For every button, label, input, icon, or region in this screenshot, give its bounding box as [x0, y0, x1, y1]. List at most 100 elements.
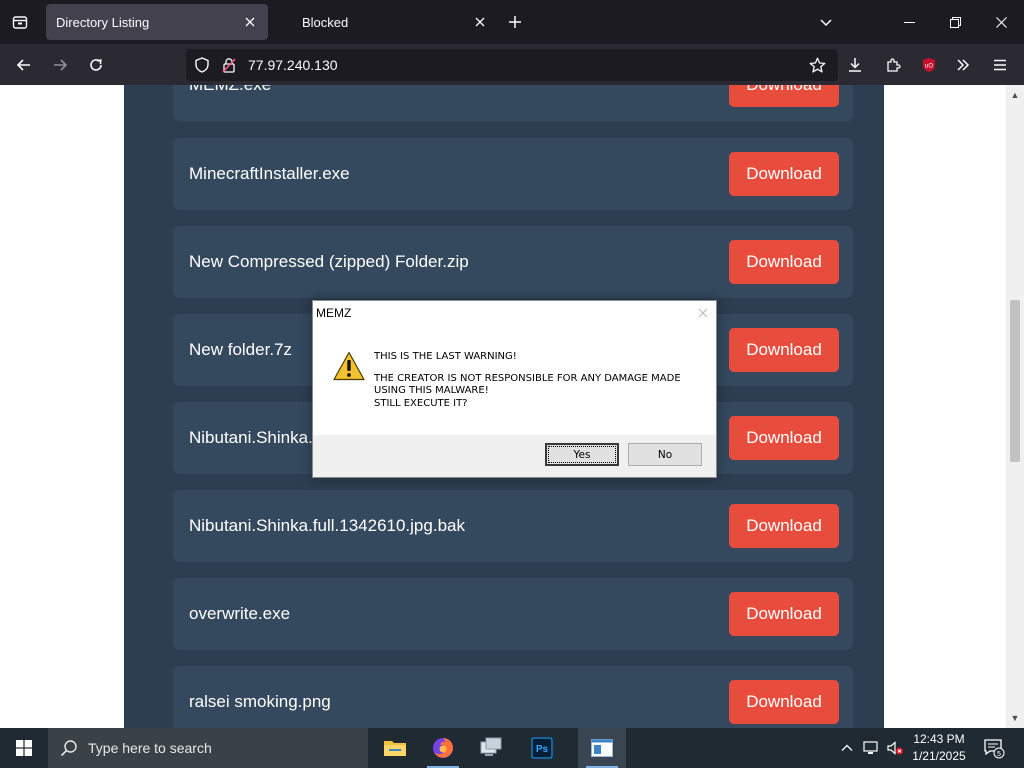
scrollbar-thumb[interactable] [1010, 300, 1020, 462]
shield-icon[interactable] [192, 55, 212, 75]
download-button[interactable]: Download [729, 416, 839, 460]
reload-button[interactable] [83, 52, 109, 78]
taskbar-firefox[interactable] [419, 728, 467, 768]
more-tools-button[interactable] [950, 52, 976, 78]
dialog-message-line: THIS IS THE LAST WARNING! [374, 351, 517, 362]
window-app-icon [591, 739, 613, 757]
download-button[interactable]: Download [729, 240, 839, 284]
download-button[interactable]: Download [729, 85, 839, 107]
dialog-message-line: USING THIS MALWARE! [374, 385, 489, 396]
restore-button[interactable] [932, 0, 978, 44]
network-status-button[interactable] [860, 728, 882, 768]
download-button[interactable]: Download [729, 328, 839, 372]
tab-close-button[interactable] [468, 10, 492, 34]
taskbar: Type here to search Ps 12:43 PM 1/21/202… [0, 728, 1024, 768]
file-name: overwrite.exe [189, 604, 291, 623]
scroll-down-icon[interactable]: ▼ [1006, 710, 1024, 726]
file-row: MEMZ.exe Download [173, 85, 853, 121]
file-name: ralsei smoking.png [189, 692, 331, 711]
new-tab-button[interactable] [503, 10, 527, 34]
file-row: overwrite.exe Download [173, 578, 853, 650]
svg-text:uO: uO [925, 64, 933, 70]
minimize-icon [903, 21, 915, 23]
tab-title: Blocked [302, 14, 349, 30]
system-clock[interactable]: 12:43 PM 1/21/2025 [906, 731, 972, 765]
navigation-toolbar: 77.97.240.130 uO [0, 44, 1024, 85]
close-icon [698, 308, 708, 318]
taskbar-file-explorer[interactable] [371, 728, 419, 768]
close-icon [245, 17, 255, 27]
ublock-origin-icon: uO [923, 58, 935, 72]
extensions-button[interactable] [880, 52, 906, 78]
close-icon [995, 16, 1007, 28]
arrow-right-icon [54, 59, 68, 71]
download-button[interactable]: Download [729, 504, 839, 548]
file-name: MEMZ.exe [189, 85, 271, 95]
download-button[interactable]: Download [729, 680, 839, 724]
forward-button[interactable] [47, 52, 73, 78]
dialog-message-line: STILL EXECUTE IT? [374, 397, 468, 409]
app-menu-button[interactable] [987, 52, 1013, 78]
file-name: New Compressed (zipped) Folder.zip [189, 252, 469, 271]
restore-icon [949, 16, 961, 28]
no-button[interactable]: No [628, 443, 702, 466]
windows-logo-icon [16, 740, 32, 756]
list-all-tabs-button[interactable] [814, 10, 838, 34]
network-icon [863, 741, 878, 754]
tab-directory-listing[interactable]: Directory Listing [46, 4, 268, 40]
dialog-message-line: THE CREATOR IS NOT RESPONSIBLE FOR ANY D… [374, 372, 681, 384]
photoshop-icon: Ps [531, 737, 553, 759]
taskbar-remote-desktop[interactable] [467, 728, 515, 768]
puzzle-icon [887, 58, 901, 72]
taskbar-active-window[interactable] [578, 728, 626, 768]
arrow-left-icon [16, 59, 30, 71]
firefox-view-button[interactable] [8, 10, 32, 34]
chevron-up-icon [841, 744, 853, 751]
hamburger-menu-icon [994, 59, 1006, 71]
dialog-close-button[interactable] [698, 304, 708, 321]
minimize-button[interactable] [886, 0, 932, 44]
file-row: ralsei smoking.png Download [173, 666, 853, 728]
notification-icon: 5 [984, 739, 1005, 759]
volume-button[interactable] [884, 728, 906, 768]
scroll-up-icon[interactable]: ▲ [1006, 87, 1024, 103]
search-icon [60, 740, 77, 757]
close-icon [475, 17, 485, 27]
close-window-button[interactable] [978, 0, 1024, 44]
url-text[interactable]: 77.97.240.130 [248, 57, 338, 73]
download-button[interactable]: Download [729, 592, 839, 636]
show-hidden-icons-button[interactable] [836, 728, 858, 768]
taskbar-search-box[interactable]: Type here to search [48, 728, 368, 768]
file-name: MinecraftInstaller.exe [189, 164, 350, 183]
notification-center-button[interactable]: 5 [980, 728, 1008, 768]
file-name: New folder.7z [189, 340, 292, 359]
file-row: New Compressed (zipped) Folder.zip Downl… [173, 226, 853, 298]
file-row: MinecraftInstaller.exe Download [173, 138, 853, 210]
warning-icon [333, 351, 365, 381]
bookmark-star-button[interactable] [804, 52, 830, 78]
insecure-lock-icon[interactable] [219, 55, 239, 75]
reload-icon [90, 59, 102, 71]
chevron-down-icon [820, 19, 832, 27]
svg-text:Ps: Ps [536, 744, 549, 755]
downloads-button[interactable] [842, 52, 868, 78]
address-bar[interactable]: 77.97.240.130 [186, 49, 838, 81]
yes-button[interactable]: Yes [545, 443, 619, 466]
download-button[interactable]: Download [729, 152, 839, 196]
ublock-origin-button[interactable]: uO [916, 52, 942, 78]
taskbar-photoshop[interactable]: Ps [518, 728, 566, 768]
notification-count: 5 [997, 751, 1001, 758]
file-explorer-icon [384, 741, 406, 756]
start-button[interactable] [0, 728, 48, 768]
file-row: Nibutani.Shinka.full.1342610.jpg.bak Dow… [173, 490, 853, 562]
search-placeholder: Type here to search [88, 740, 212, 756]
back-button[interactable] [11, 52, 37, 78]
firefox-view-icon [12, 16, 28, 29]
volume-muted-icon [887, 741, 903, 755]
dialog-button-bar: Yes No [313, 435, 716, 477]
dialog-message: THIS IS THE LAST WARNING! THE CREATOR IS… [374, 351, 681, 410]
tab-blocked[interactable]: Blocked [276, 4, 498, 40]
tab-close-button[interactable] [238, 10, 262, 34]
file-name: Nibutani.Shinka.full.1342610.jpg.bak [189, 516, 465, 535]
vertical-scrollbar[interactable]: ▲ ▼ [1006, 85, 1024, 728]
